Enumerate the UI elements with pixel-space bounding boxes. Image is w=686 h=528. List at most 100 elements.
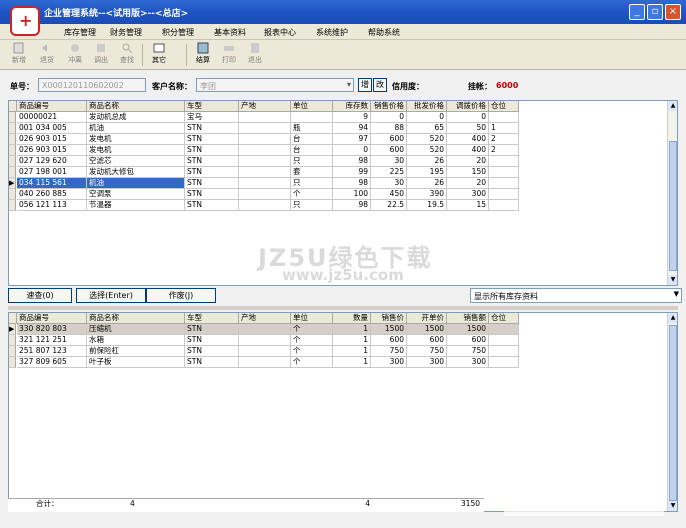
menu-help[interactable]: 帮助系统: [368, 27, 400, 38]
table-cell[interactable]: 040 260 885: [17, 189, 87, 200]
table-cell[interactable]: 个: [291, 189, 333, 200]
table-cell[interactable]: [291, 112, 333, 123]
order-no-field[interactable]: X000120110602002: [38, 78, 146, 92]
customer-select[interactable]: 李团 ▾: [196, 78, 354, 92]
table-cell[interactable]: 26: [407, 156, 447, 167]
table-cell[interactable]: 0: [333, 145, 371, 156]
table-cell[interactable]: 056 121 113: [17, 200, 87, 211]
vertical-scrollbar[interactable]: ▲ ▼: [667, 313, 677, 511]
table-cell[interactable]: [489, 156, 519, 167]
table-cell[interactable]: 节温器: [87, 200, 185, 211]
menu-system[interactable]: 系统维护: [316, 27, 348, 38]
table-cell[interactable]: 宝马: [185, 112, 239, 123]
tool-other[interactable]: 其它: [146, 42, 172, 65]
table-cell[interactable]: 30: [371, 178, 407, 189]
table-cell[interactable]: 150: [447, 167, 489, 178]
table-cell[interactable]: 027 198 001: [17, 167, 87, 178]
table-cell[interactable]: STN: [185, 134, 239, 145]
scroll-up-icon[interactable]: ▲: [668, 313, 677, 323]
splitter[interactable]: [8, 306, 678, 310]
table-cell[interactable]: 26: [407, 178, 447, 189]
table-cell[interactable]: STN: [185, 178, 239, 189]
table-cell[interactable]: 300: [407, 357, 447, 368]
quick-search-button[interactable]: 速查(0): [8, 288, 72, 303]
table-row[interactable]: 056 121 113 节温器 STN 只 98 22.5 19.5 15: [9, 200, 519, 211]
table-cell[interactable]: [239, 156, 291, 167]
table-cell[interactable]: [239, 123, 291, 134]
table-cell[interactable]: STN: [185, 324, 239, 335]
table-cell[interactable]: 026 903 015: [17, 145, 87, 156]
table-row[interactable]: 026 903 015 发电机 STN 台 97 600 520 400 2: [9, 134, 519, 145]
table-cell[interactable]: [489, 189, 519, 200]
table-row[interactable]: 026 903 015 发电机 STN 台 0 600 520 400 2: [9, 145, 519, 156]
tool-exit[interactable]: 退出: [242, 42, 268, 65]
stock-filter-select[interactable]: 显示所有库存资料 ▼: [470, 288, 682, 303]
column-header[interactable]: 库存数: [333, 101, 371, 112]
column-header[interactable]: 商品名称: [87, 101, 185, 112]
scroll-thumb[interactable]: [669, 141, 677, 271]
select-button[interactable]: 选择(Enter): [76, 288, 146, 303]
table-cell[interactable]: 300: [447, 189, 489, 200]
table-cell[interactable]: 750: [371, 346, 407, 357]
table-cell[interactable]: 发电机: [87, 145, 185, 156]
column-header[interactable]: 商品名称: [87, 313, 185, 324]
table-cell[interactable]: 027 129 620: [17, 156, 87, 167]
table-cell[interactable]: 600: [407, 335, 447, 346]
table-cell[interactable]: 0: [447, 112, 489, 123]
table-cell[interactable]: 1: [333, 324, 371, 335]
tool-settle[interactable]: 结算: [190, 42, 216, 65]
table-cell[interactable]: 1500: [447, 324, 489, 335]
edit-customer-button[interactable]: 改: [373, 78, 387, 92]
tool-offset[interactable]: 冲离: [62, 42, 88, 65]
column-header[interactable]: 仓位: [489, 313, 519, 324]
table-cell[interactable]: 400: [447, 134, 489, 145]
table-cell[interactable]: [239, 134, 291, 145]
table-cell[interactable]: 600: [371, 134, 407, 145]
table-cell[interactable]: [239, 189, 291, 200]
table-row[interactable]: 040 260 885 空调泵 STN 个 100 450 390 300: [9, 189, 519, 200]
column-header[interactable]: 销售价: [371, 313, 407, 324]
table-cell[interactable]: 390: [407, 189, 447, 200]
table-cell[interactable]: 750: [407, 346, 447, 357]
table-row[interactable]: 027 129 620 空滤芯 STN 只 98 30 26 20: [9, 156, 519, 167]
table-cell[interactable]: 195: [407, 167, 447, 178]
table-cell[interactable]: 65: [407, 123, 447, 134]
table-cell[interactable]: 1: [333, 357, 371, 368]
table-cell[interactable]: 0: [407, 112, 447, 123]
table-cell[interactable]: STN: [185, 357, 239, 368]
table-row[interactable]: 327 809 605 叶子板 STN 个 1 300 300 300: [9, 357, 519, 368]
table-cell[interactable]: STN: [185, 346, 239, 357]
table-cell[interactable]: 个: [291, 335, 333, 346]
table-cell[interactable]: [239, 167, 291, 178]
table-cell[interactable]: 机油: [87, 123, 185, 134]
column-header[interactable]: 产地: [239, 313, 291, 324]
table-cell[interactable]: [239, 357, 291, 368]
table-cell[interactable]: 1: [333, 335, 371, 346]
table-cell[interactable]: STN: [185, 145, 239, 156]
table-cell[interactable]: 2: [489, 145, 519, 156]
table-cell[interactable]: 发动机大修包: [87, 167, 185, 178]
table-row[interactable]: 001 034 005 机油 STN 瓶 94 88 65 50 1: [9, 123, 519, 134]
table-row[interactable]: ▶ 330 820 803 压缩机 STN 个 1 1500 1500 1500: [9, 324, 519, 335]
column-header[interactable]: 仓位: [489, 101, 519, 112]
table-cell[interactable]: 2: [489, 134, 519, 145]
table-cell[interactable]: 30: [371, 156, 407, 167]
vertical-scrollbar[interactable]: ▲ ▼: [667, 101, 677, 285]
table-cell[interactable]: 520: [407, 134, 447, 145]
table-cell[interactable]: 压缩机: [87, 324, 185, 335]
table-cell[interactable]: 94: [333, 123, 371, 134]
table-row[interactable]: 027 198 001 发动机大修包 STN 套 99 225 195 150: [9, 167, 519, 178]
scroll-thumb[interactable]: [669, 325, 677, 501]
table-cell[interactable]: 026 903 015: [17, 134, 87, 145]
table-cell[interactable]: 套: [291, 167, 333, 178]
table-cell[interactable]: 001 034 005: [17, 123, 87, 134]
scroll-up-icon[interactable]: ▲: [668, 101, 677, 111]
table-cell[interactable]: [239, 324, 291, 335]
table-cell[interactable]: 034 115 561: [17, 178, 87, 189]
table-cell[interactable]: STN: [185, 189, 239, 200]
table-cell[interactable]: 1500: [407, 324, 447, 335]
column-header[interactable]: 销售价格: [371, 101, 407, 112]
table-cell[interactable]: 台: [291, 145, 333, 156]
table-row[interactable]: 00000021 发动机总成 宝马 9 0 0 0: [9, 112, 519, 123]
table-cell[interactable]: 327 809 605: [17, 357, 87, 368]
